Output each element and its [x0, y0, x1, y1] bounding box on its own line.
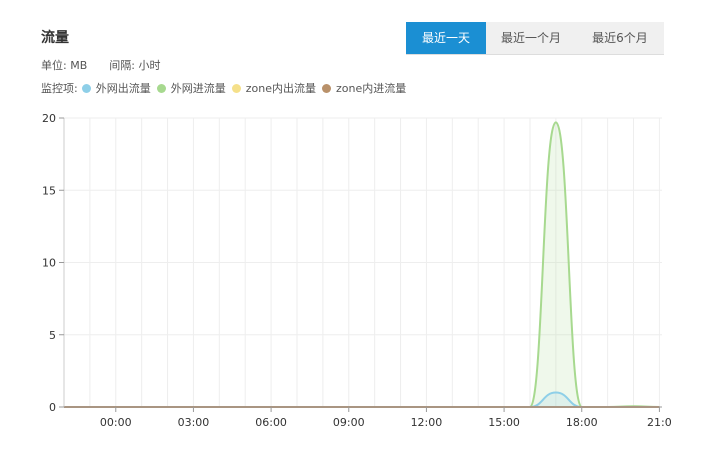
y-tick-label: 20	[42, 112, 56, 125]
series-area-1	[64, 122, 660, 408]
y-tick-label: 15	[42, 184, 56, 197]
y-tick-label: 5	[49, 329, 56, 342]
x-tick-label: 18:00	[566, 416, 598, 429]
traffic-chart: 0 5 10 15 20 00:00 03:00 06:00 09:00 12:00 15:00 18…	[42, 112, 672, 429]
x-tick-label: 06:00	[255, 416, 287, 429]
y-tick-label: 10	[42, 257, 56, 270]
x-tick-label: 12:00	[411, 416, 443, 429]
chart-axes: 0 5 10 15 20 00:00 03:00 06:00 09:00 12:00 15:00 18…	[42, 112, 672, 429]
chart-series	[63, 121, 660, 409]
x-tick-label: 15:00	[488, 416, 520, 429]
traffic-panel: 流量 最近一天 最近一个月 最近6个月 单位: MB 间隔: 小时 监控项: 外…	[0, 0, 710, 454]
x-tick-label: 03:00	[178, 416, 210, 429]
x-tick-label: 21:0	[647, 416, 672, 429]
x-tick-label: 09:00	[333, 416, 365, 429]
x-tick-label: 00:00	[100, 416, 132, 429]
y-tick-label: 0	[49, 401, 56, 414]
